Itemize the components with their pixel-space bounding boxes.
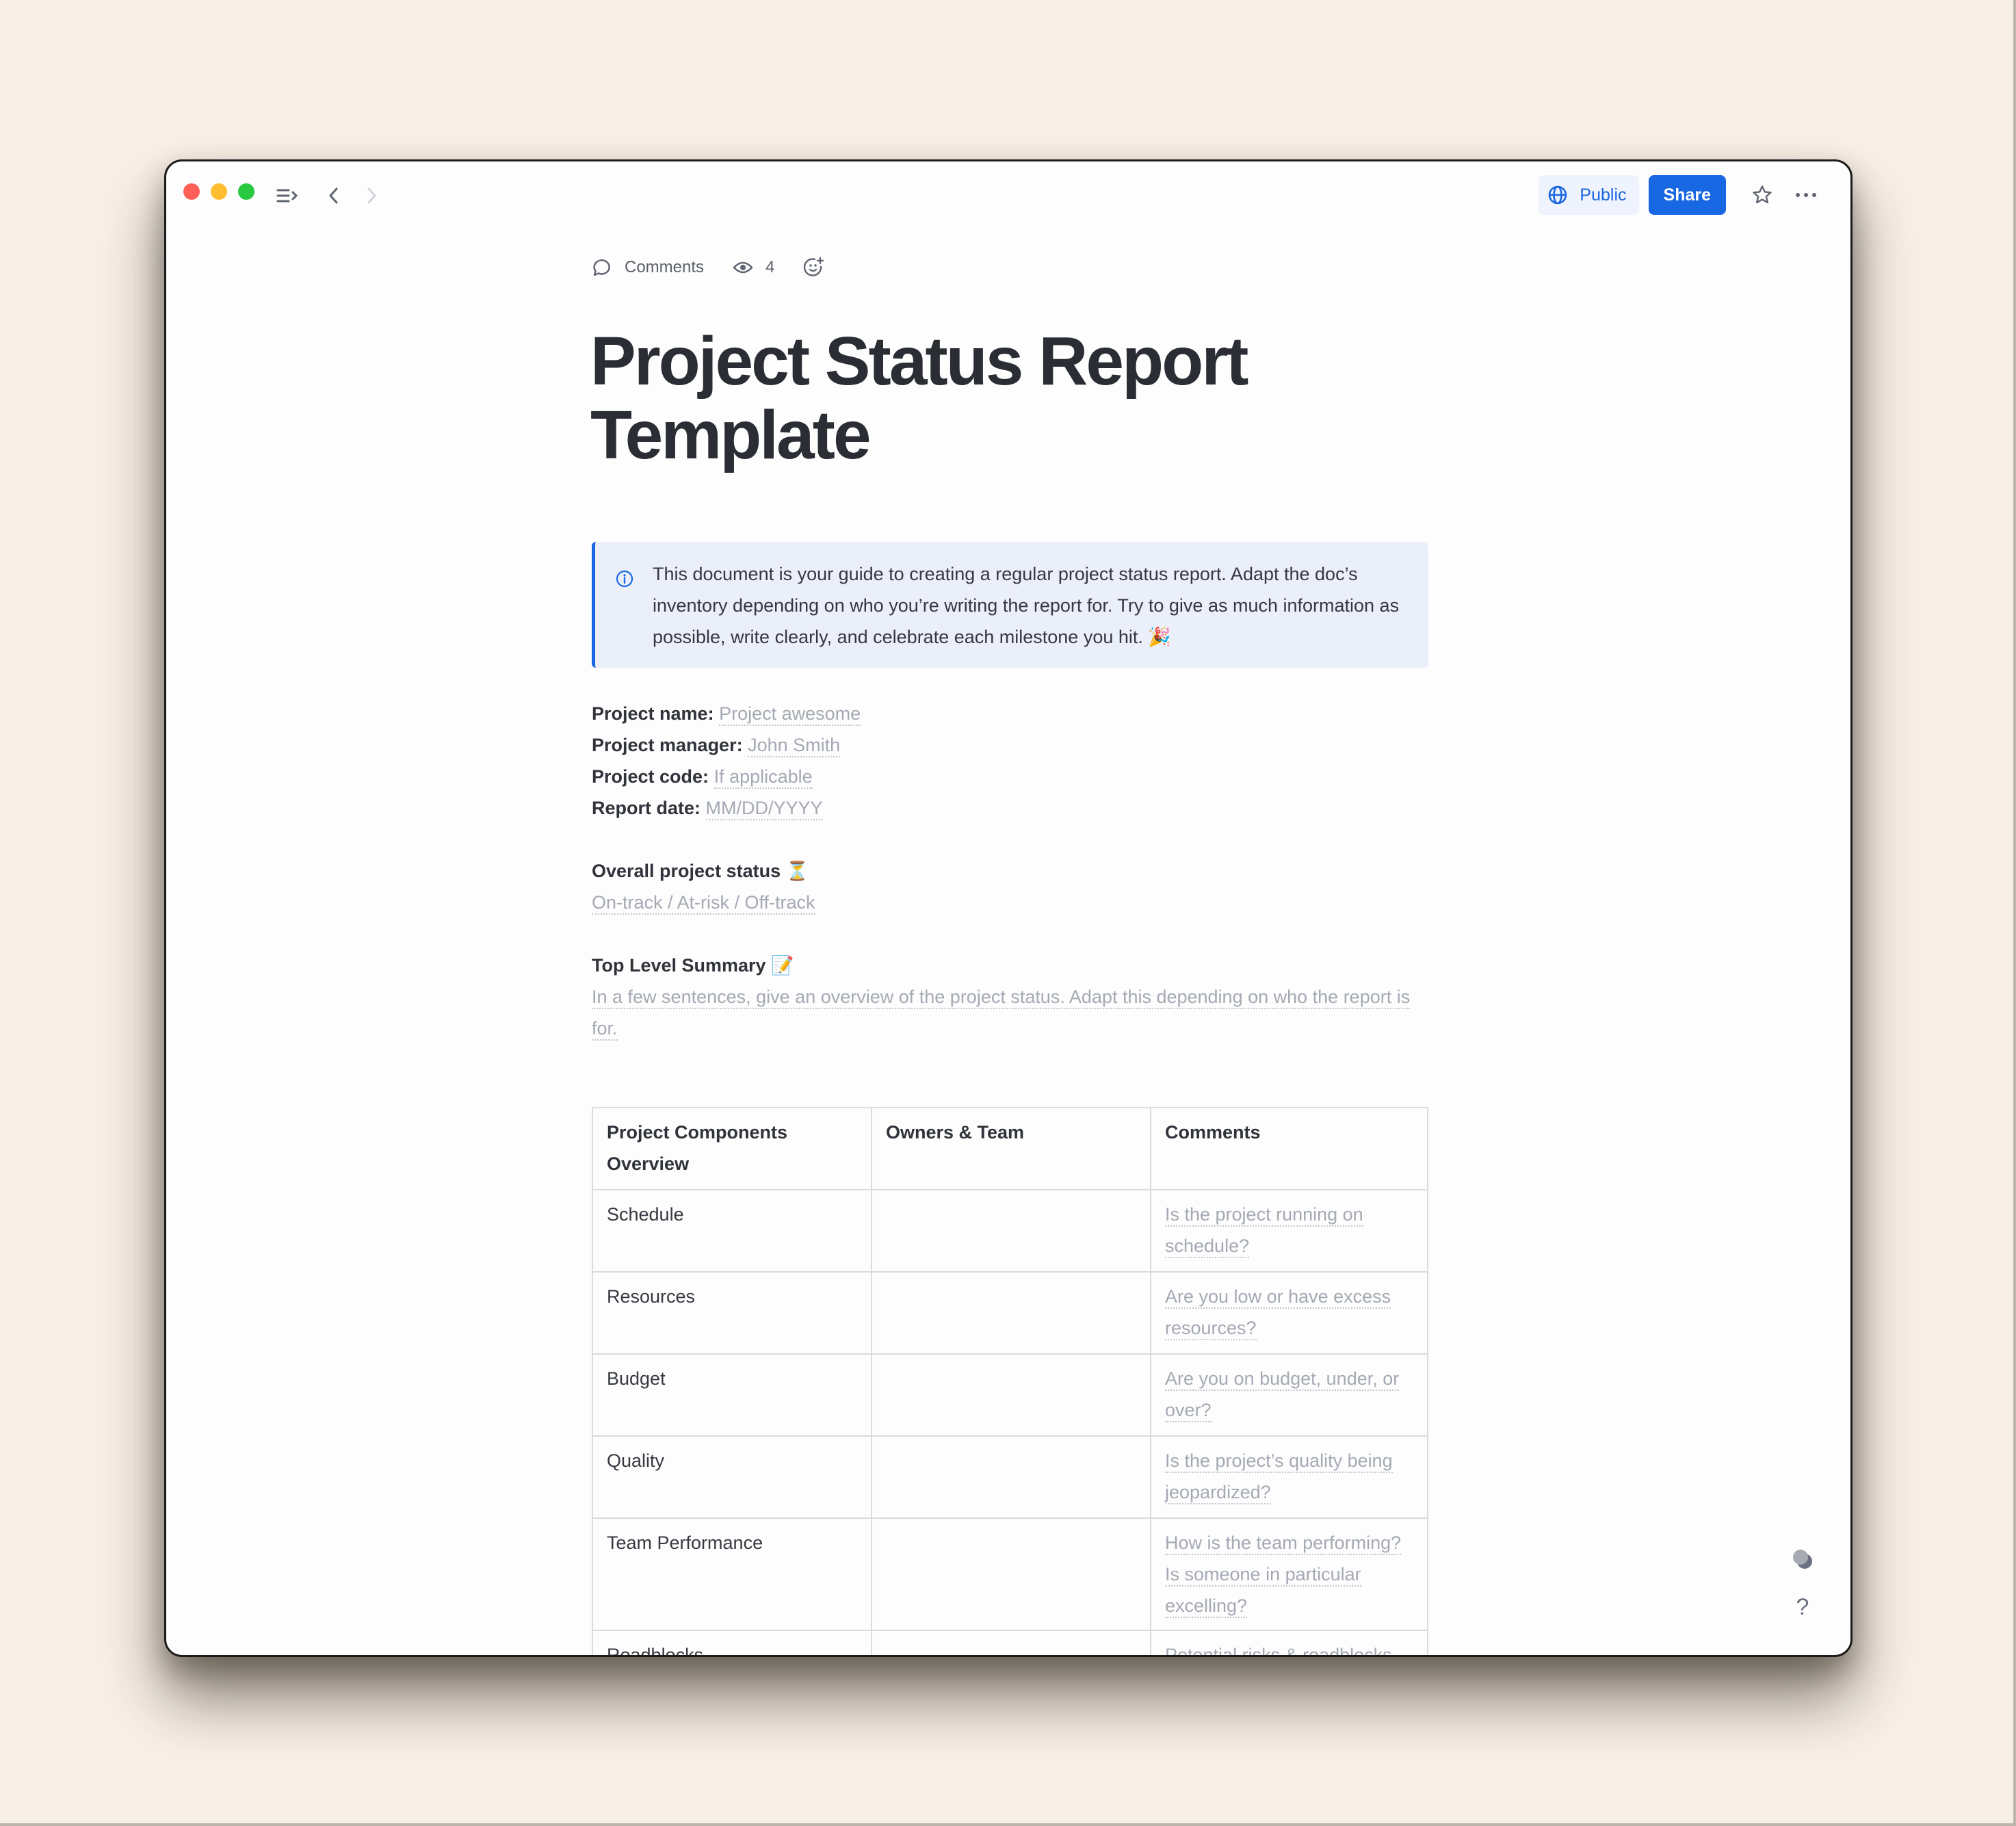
field-label: Project manager: xyxy=(592,735,743,755)
field-project-code: Project code: If applicable xyxy=(592,761,1428,792)
owners-cell[interactable] xyxy=(871,1435,1151,1519)
component-cell[interactable]: Quality xyxy=(592,1435,872,1519)
chevron-left-icon xyxy=(329,187,338,204)
star-icon xyxy=(1753,185,1772,204)
field-label: Project code: xyxy=(592,766,709,787)
summary-section: Top Level Summary 📝 In a few sentences, … xyxy=(592,950,1428,1044)
field-project-manager: Project manager: John Smith xyxy=(592,729,1428,761)
more-options-button[interactable] xyxy=(1789,175,1823,215)
public-label: Public xyxy=(1580,185,1627,205)
page-title: Project Status Report Template xyxy=(590,323,1248,473)
chevron-right-icon xyxy=(367,187,376,204)
table-row: Roadblocks Potential risks & roadblocks xyxy=(592,1630,1428,1655)
info-icon xyxy=(616,558,633,653)
eye-icon xyxy=(733,261,753,274)
doc-meta-bar: Comments 4 xyxy=(592,250,1428,285)
comment-bubble-icon xyxy=(593,259,610,276)
field-project-name: Project name: Project awesome xyxy=(592,698,1428,729)
table-row: Budget Are you on budget, under, or over… xyxy=(592,1353,1428,1437)
column-header: Comments xyxy=(1150,1107,1428,1190)
traffic-lights xyxy=(183,183,254,200)
comment-placeholder: Is the project’s quality being jeopardiz… xyxy=(1165,1450,1393,1504)
forward-button[interactable] xyxy=(358,182,385,209)
ellipsis-icon xyxy=(1796,193,1816,197)
info-callout: This document is your guide to creating … xyxy=(592,542,1428,668)
owners-cell[interactable] xyxy=(871,1271,1151,1355)
comments-label: Comments xyxy=(625,258,705,276)
column-header: Owners & Team xyxy=(871,1107,1151,1190)
sidebar-expand-icon xyxy=(276,189,298,203)
toolbar-actions: Public Share xyxy=(1539,175,1823,215)
project-code-input[interactable]: If applicable xyxy=(714,766,813,789)
table-row: Quality Is the project’s quality being j… xyxy=(592,1435,1428,1519)
owners-cell[interactable] xyxy=(871,1189,1151,1273)
table-row: Resources Are you low or have excess res… xyxy=(592,1271,1428,1355)
back-button[interactable] xyxy=(320,182,348,209)
favorite-button[interactable] xyxy=(1745,175,1779,215)
field-label: Report date: xyxy=(592,798,701,818)
report-date-input[interactable]: MM/DD/YYYY xyxy=(705,798,823,820)
table-header-row: Project Components Overview Owners & Tea… xyxy=(592,1107,1428,1190)
summary-heading: Top Level Summary 📝 xyxy=(592,955,794,976)
theme-toggle-icon xyxy=(1793,1550,1812,1569)
views-count: 4 xyxy=(765,258,775,276)
owners-cell[interactable] xyxy=(871,1630,1151,1655)
overall-status-heading: Overall project status ⏳ xyxy=(592,861,809,881)
close-window-button[interactable] xyxy=(183,183,200,200)
minimize-window-button[interactable] xyxy=(211,183,227,200)
overall-status-section: Overall project status ⏳ On-track / At-r… xyxy=(592,855,1428,918)
comment-placeholder: Is the project running on schedule? xyxy=(1165,1204,1363,1258)
comment-placeholder: Potential risks & roadblocks xyxy=(1165,1645,1392,1655)
theme-toggle-button[interactable] xyxy=(1792,1548,1814,1574)
column-header: Project Components Overview xyxy=(592,1107,872,1190)
globe-icon xyxy=(1549,185,1567,205)
summary-input[interactable]: In a few sentences, give an overview of … xyxy=(592,987,1411,1041)
project-name-input[interactable]: Project awesome xyxy=(719,703,861,726)
public-visibility-button[interactable]: Public xyxy=(1539,175,1639,215)
table-row: Team Performance How is the team perform… xyxy=(592,1517,1428,1631)
comment-cell[interactable]: Is the project running on schedule? xyxy=(1150,1189,1428,1273)
project-manager-input[interactable]: John Smith xyxy=(748,735,841,757)
overall-status-input[interactable]: On-track / At-risk / Off-track xyxy=(592,892,815,915)
comment-placeholder: Are you low or have excess resources? xyxy=(1165,1286,1391,1340)
views-indicator[interactable]: 4 xyxy=(733,258,774,277)
owners-cell[interactable] xyxy=(871,1353,1151,1437)
component-cell[interactable]: Roadblocks xyxy=(592,1630,872,1655)
comment-placeholder: Are you on budget, under, or over? xyxy=(1165,1368,1400,1422)
comment-cell[interactable]: Is the project’s quality being jeopardiz… xyxy=(1150,1435,1428,1519)
share-button[interactable]: Share xyxy=(1648,175,1726,215)
component-cell[interactable]: Budget xyxy=(592,1353,872,1437)
owners-cell[interactable] xyxy=(871,1517,1151,1631)
comment-cell[interactable]: Are you low or have excess resources? xyxy=(1150,1271,1428,1355)
comment-placeholder: How is the team performing? Is someone i… xyxy=(1165,1532,1402,1618)
comments-button[interactable]: Comments xyxy=(592,257,704,278)
add-reaction-icon xyxy=(804,257,824,276)
project-fields: Project name: Project awesome Project ma… xyxy=(592,698,1428,824)
component-cell[interactable]: Team Performance xyxy=(592,1517,872,1631)
title-bar: Public Share xyxy=(166,161,1850,230)
app-window: Public Share Comments 4 Project Status R… xyxy=(164,159,1853,1657)
side-tools: ? xyxy=(1782,1548,1823,1621)
add-reaction-button[interactable] xyxy=(803,257,825,278)
field-label: Project name: xyxy=(592,703,714,724)
sidebar-toggle-button[interactable] xyxy=(274,182,302,209)
component-cell[interactable]: Schedule xyxy=(592,1189,872,1273)
zoom-window-button[interactable] xyxy=(238,183,254,200)
field-report-date: Report date: MM/DD/YYYY xyxy=(592,792,1428,824)
components-table: Project Components Overview Owners & Tea… xyxy=(592,1107,1428,1655)
document-body: Comments 4 Project Status Report Templat… xyxy=(590,250,1428,1655)
callout-text: This document is your guide to creating … xyxy=(653,564,1400,647)
table-row: Schedule Is the project running on sched… xyxy=(592,1189,1428,1273)
component-cell[interactable]: Resources xyxy=(592,1271,872,1355)
help-button[interactable]: ? xyxy=(1796,1594,1809,1621)
comment-cell[interactable]: Are you on budget, under, or over? xyxy=(1150,1353,1428,1437)
comment-cell[interactable]: Potential risks & roadblocks xyxy=(1150,1630,1428,1655)
comment-cell[interactable]: How is the team performing? Is someone i… xyxy=(1150,1517,1428,1631)
